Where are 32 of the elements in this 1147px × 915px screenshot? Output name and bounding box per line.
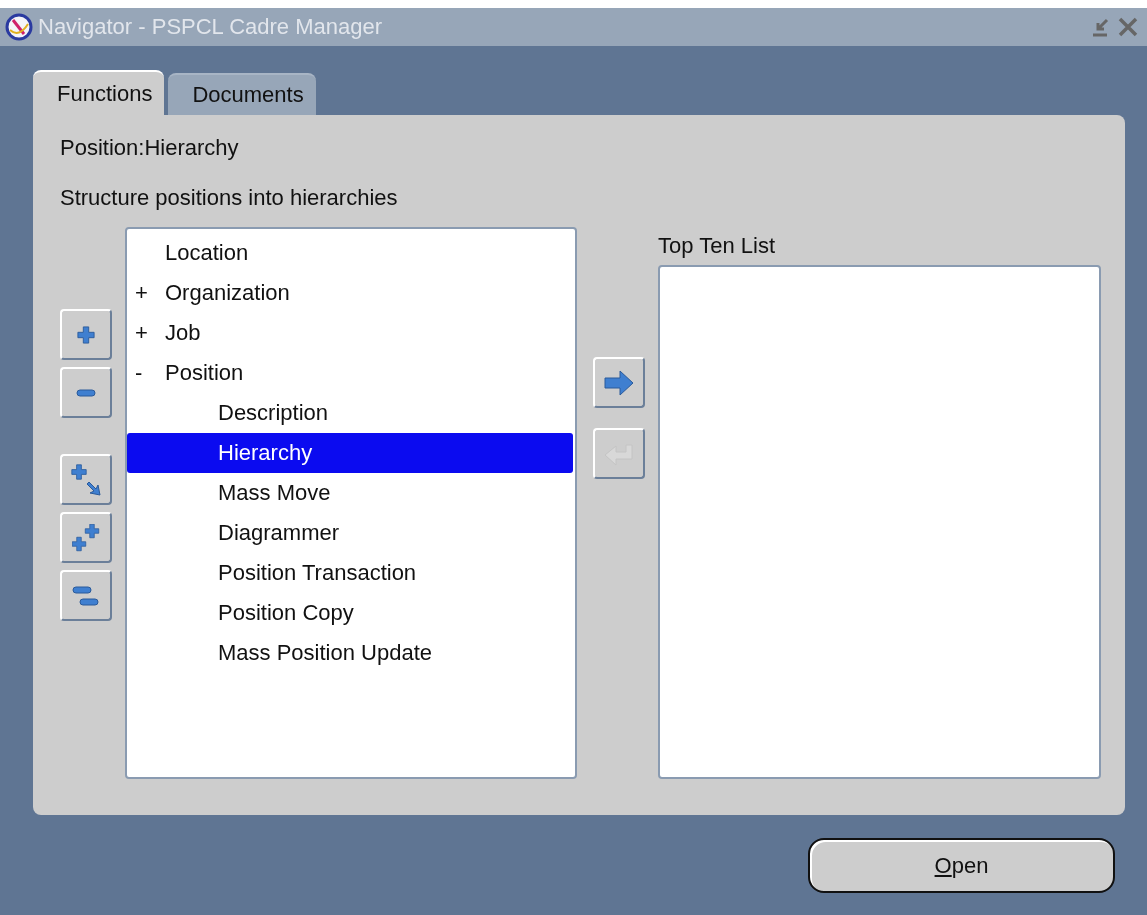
double-plus-icon <box>72 523 100 552</box>
tree-item[interactable]: Position Copy <box>127 593 573 633</box>
function-description: Structure positions into hierarchies <box>60 185 399 212</box>
tree-item[interactable]: + Job <box>127 313 573 353</box>
tree-button[interactable] <box>60 570 112 621</box>
open-button[interactable]: Open <box>808 838 1115 893</box>
list-label: Top Ten List <box>658 232 776 260</box>
tree-item[interactable]: Mass Position Update <box>127 633 573 673</box>
tab[interactable]: Functions <box>33 70 165 115</box>
close-icon[interactable] <box>1117 16 1139 38</box>
right-arrow-icon <box>602 367 636 398</box>
plus-icon <box>76 324 96 345</box>
tree-item[interactable]: Mass Move <box>127 473 573 513</box>
tree-item[interactable]: Diagrammer <box>127 513 573 553</box>
window-title: Navigator - PSPCL Cadre Manager <box>38 14 383 40</box>
tree-item[interactable]: - Position <box>127 353 573 393</box>
app-logo-icon <box>4 12 34 42</box>
tree-button[interactable] <box>60 309 112 360</box>
double-minus-icon <box>72 585 100 606</box>
tree-item[interactable]: Location <box>127 233 573 273</box>
function-name: Position:Hierarchy <box>60 135 240 162</box>
tree-button[interactable] <box>60 367 112 418</box>
transfer-button[interactable] <box>593 357 645 408</box>
tree-item[interactable]: Position Transaction <box>127 553 573 593</box>
tree-button[interactable] <box>60 454 112 505</box>
tab[interactable]: Documents <box>168 73 316 115</box>
plus-arrow-icon <box>71 463 101 496</box>
tree-item[interactable]: Hierarchy <box>127 433 573 473</box>
tree-button[interactable] <box>60 512 112 563</box>
tree-item[interactable]: Description <box>127 393 573 433</box>
tree-item[interactable]: + Organization <box>127 273 573 313</box>
minus-icon <box>76 388 96 397</box>
